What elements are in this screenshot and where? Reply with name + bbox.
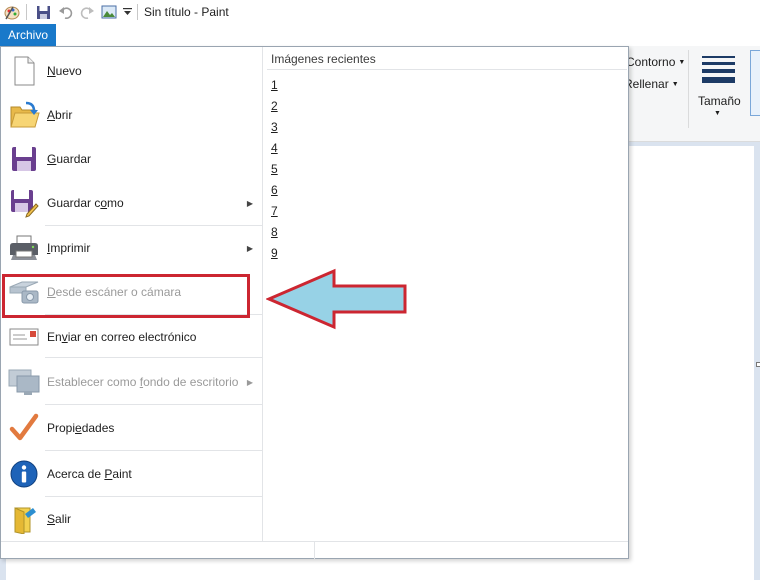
tab-file[interactable]: Archivo (0, 24, 56, 46)
menu-item-label: Acerca de Paint (47, 467, 132, 481)
desktop-background-icon (8, 366, 40, 398)
submenu-arrow-icon: ▶ (246, 377, 253, 387)
menu-item-label: Propiedades (47, 421, 115, 435)
printer-icon (8, 232, 40, 264)
menu-item-save-as[interactable]: Guardar como ▶ (1, 181, 262, 225)
email-icon (8, 321, 40, 353)
recent-item[interactable]: 2 (271, 99, 278, 113)
separator (137, 4, 138, 20)
menu-item-label: Imprimir (47, 241, 91, 255)
ribbon-tab-bar: Archivo (0, 24, 760, 46)
menu-item-label: Establecer como fondo de escritorio (47, 375, 239, 389)
save-icon[interactable] (33, 2, 53, 22)
recent-item[interactable]: 6 (271, 183, 278, 197)
separator (26, 4, 27, 20)
recent-item[interactable]: 4 (271, 141, 278, 155)
recent-item[interactable]: 9 (271, 246, 278, 260)
menu-item-label: Enviar en correo electrónico (47, 330, 197, 344)
recent-item[interactable]: 3 (271, 120, 278, 134)
new-document-icon (8, 55, 40, 87)
paint-app-icon[interactable] (2, 2, 22, 22)
image-icon[interactable] (99, 2, 119, 22)
menu-footer (1, 541, 628, 559)
line-width-icon (702, 56, 735, 87)
recent-item[interactable]: 7 (271, 204, 278, 218)
menu-item-set-desktop-background[interactable]: Establecer como fondo de escritorio ▶ (1, 359, 262, 405)
open-folder-icon (8, 99, 40, 131)
exit-icon (8, 503, 40, 535)
customize-dropdown-icon[interactable] (121, 2, 133, 22)
chevron-down-icon: ▼ (671, 81, 679, 89)
quick-access-toolbar (0, 0, 142, 24)
fill-label: Rellenar (624, 77, 669, 91)
menu-item-exit[interactable]: Salir (1, 497, 262, 541)
recent-images-title: Imágenes recientes (271, 52, 376, 66)
separator (314, 542, 315, 559)
recent-item[interactable]: 5 (271, 162, 278, 176)
menu-item-properties[interactable]: Propiedades (1, 405, 262, 451)
outline-label: Contorno (626, 55, 676, 69)
menu-item-print[interactable]: Imprimir ▶ (1, 226, 262, 270)
menu-item-about-paint[interactable]: Acerca de Paint (1, 451, 262, 497)
size-button[interactable]: Tamaño ▼ (694, 50, 744, 128)
outline-dropdown[interactable]: Contorno ▼ (626, 55, 685, 69)
title-bar: Sin título - Paint (0, 0, 760, 24)
menu-item-new[interactable]: Nuevo (1, 49, 262, 93)
recent-item[interactable]: 8 (271, 225, 278, 239)
pointer-arrow-icon (266, 268, 407, 330)
save-floppy-icon (8, 143, 40, 175)
size-label: Tamaño (698, 94, 741, 108)
menu-item-label: Guardar (47, 152, 92, 166)
menu-item-save[interactable]: Guardar (1, 137, 262, 181)
submenu-arrow-icon: ▶ (246, 243, 253, 253)
redo-icon[interactable] (77, 2, 97, 22)
chevron-down-icon: ▼ (678, 59, 686, 67)
properties-check-icon (8, 412, 40, 444)
highlight-box (2, 274, 250, 318)
color-1-button[interactable] (750, 50, 760, 116)
separator (45, 357, 262, 358)
submenu-arrow-icon: ▶ (246, 198, 253, 208)
separator (688, 50, 689, 128)
menu-divider (262, 47, 263, 541)
fill-dropdown[interactable]: Rellenar ▼ (624, 77, 679, 91)
separator (267, 69, 627, 70)
menu-item-label: Abrir (47, 108, 73, 122)
window-title: Sin título - Paint (144, 5, 229, 19)
menu-item-open[interactable]: Abrir (1, 93, 262, 137)
menu-item-label: Nuevo (47, 64, 82, 78)
save-as-icon (8, 187, 40, 219)
info-icon (8, 458, 40, 490)
menu-item-label: Salir (47, 512, 72, 526)
recent-item[interactable]: 1 (271, 78, 278, 92)
chevron-down-icon: ▼ (714, 110, 721, 117)
menu-item-label: Guardar como (47, 196, 124, 210)
canvas-resize-handle[interactable] (756, 362, 760, 367)
menu-item-send-email[interactable]: Enviar en correo electrónico (1, 315, 262, 359)
undo-icon[interactable] (55, 2, 75, 22)
